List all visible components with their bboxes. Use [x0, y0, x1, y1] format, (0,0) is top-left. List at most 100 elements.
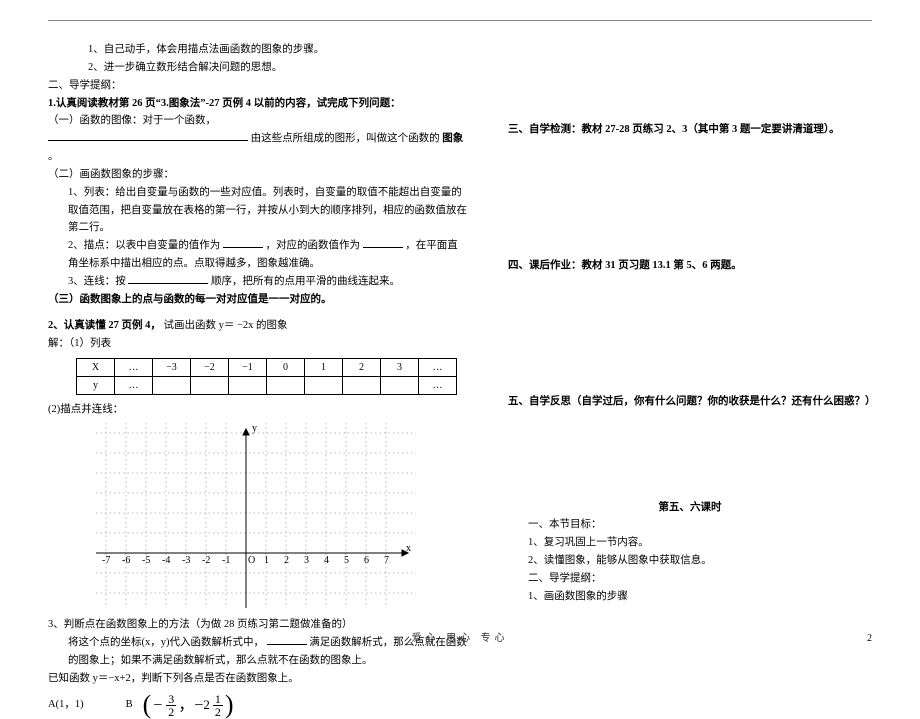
step-list-2: 2、描点：以表中自变量的值作为 ，对应的函数值作为 ，在平面直角坐标系中描出相应… [48, 237, 468, 273]
blank-2b [363, 238, 403, 248]
tick: -3 [182, 555, 190, 566]
ex3-line3: 已知函数 y＝−x+2，判断下列各点是否在函数图象上。 [48, 670, 468, 688]
x-axis-label: x [406, 543, 411, 554]
s2-3a: 3、连线：按 [68, 276, 126, 287]
blank-2a [223, 238, 263, 248]
lesson-title-56: 第五、六课时 [508, 499, 872, 517]
table-row: y … … [77, 377, 457, 395]
two-column-layout: 1、自己动手，体会用描点法画函数的图象的步骤。 2、进一步确立数形结合解决问题的… [48, 41, 872, 719]
fraction-1: 3 2 [166, 693, 176, 718]
step-list-3: 3、连线：按 顺序，把所有的点用平滑的曲线连起来。 [48, 273, 468, 291]
ex2-head-a: 2、认真读懂 27 页例 4， [48, 320, 161, 331]
tick: 2 [284, 555, 289, 566]
s2-2a: 2、描点：以表中自变量的值作为 [68, 240, 220, 251]
mixed-number: 2 1 2 [203, 693, 225, 718]
tick: -1 [222, 555, 230, 566]
cell: 1 [305, 359, 343, 377]
ex2-step1: 解：（1）列表 [48, 335, 468, 353]
sub3-text: （三）函数图象上的点与函数的每一对对应值是一一对应的。 [48, 291, 468, 309]
spacer [508, 157, 872, 257]
right-column: 三、自学检测：教材 27-28 页练习 2、3（其中第 3 题一定要讲清道理）。… [508, 41, 872, 719]
tick: 4 [324, 555, 329, 566]
cell-empty [305, 377, 343, 395]
sub2-heading: （二）画函数图象的步骤： [48, 166, 468, 184]
option-b-wrap: B ( − 3 2 ，− 2 1 2 [126, 692, 234, 719]
mixed-whole: 2 [203, 694, 210, 716]
value-table: X … −3 −2 −1 0 1 2 3 … y … [76, 358, 457, 395]
spacer [48, 309, 468, 317]
ex2-step2: (2)描点并连线： [48, 401, 468, 419]
cell: 0 [267, 359, 305, 377]
cell: −2 [191, 359, 229, 377]
cell: −3 [153, 359, 191, 377]
cell: −1 [229, 359, 267, 377]
page-number: 2 [867, 633, 872, 644]
ex2-head-b: 试画出函数 y＝ −2x 的图象 [164, 320, 288, 331]
cell-empty [153, 377, 191, 395]
cell-dots: … [115, 359, 153, 377]
ex2-heading: 2、认真读懂 27 页例 4， 试画出函数 y＝ −2x 的图象 [48, 317, 468, 335]
option-row: A(1，1) B ( − 3 2 ，− 2 1 2 [48, 692, 468, 719]
page-footer: 爱心 用心 专心 [0, 629, 920, 644]
tick: 3 [304, 555, 309, 566]
section-4: 四、课后作业：教材 31 页习题 13.1 第 5、6 两题。 [508, 257, 872, 275]
def-text-a: （一）函数的图像：对于一个函数， [48, 115, 216, 126]
cell-dots: … [419, 359, 457, 377]
paren-close: ) [225, 694, 234, 716]
frac-den: 2 [166, 706, 176, 718]
table-row: X … −3 −2 −1 0 1 2 3 … [77, 359, 457, 377]
intro-item-2: 2、进一步确立数形结合解决问题的思想。 [48, 59, 468, 77]
cell-dots: … [115, 377, 153, 395]
task1-heading: 1.认真阅读教材第 26 页“3.图象法”-27 页例 4 以前的内容，试完成下… [48, 95, 468, 113]
r-h1-2: 2、读懂图象，能够从图象中获取信息。 [508, 552, 872, 570]
cell: 3 [381, 359, 419, 377]
cell-dots: … [419, 377, 457, 395]
fraction-2: 1 2 [213, 693, 223, 718]
cell-empty [343, 377, 381, 395]
def-line-1: （一）函数的图像：对于一个函数， [48, 112, 468, 130]
coordinate-grid: y x -7 -6 -5 -4 -3 -2 -1 O 1 2 3 4 5 6 7 [96, 423, 416, 608]
left-column: 1、自己动手，体会用描点法画函数的图象的步骤。 2、进一步确立数形结合解决问题的… [48, 41, 468, 719]
cell-x-label: X [77, 359, 115, 377]
s2-2b: ，对应的函数值作为 [266, 240, 361, 251]
intro-item-1: 1、自己动手，体会用描点法画函数的图象的步骤。 [48, 41, 468, 59]
section-3: 三、自学检测：教材 27-28 页练习 2、3（其中第 3 题一定要讲清道理）。 [508, 121, 872, 139]
def-text-b: 由这些点所组成的图形，叫做这个函数的 [251, 133, 440, 144]
section-2-heading: 二、导学提纲： [48, 77, 468, 95]
r-h2: 二、导学提纲： [508, 570, 872, 588]
r-h1: 一、本节目标： [508, 516, 872, 534]
option-b-label: B [126, 696, 133, 714]
s2-3b: 顺序，把所有的点用平滑的曲线连起来。 [211, 276, 400, 287]
cell-empty [229, 377, 267, 395]
frac-num: 1 [213, 693, 223, 706]
tick: 5 [344, 555, 349, 566]
tick: -7 [102, 555, 110, 566]
tick: 7 [384, 555, 389, 566]
tick: 6 [364, 555, 369, 566]
tick: 1 [264, 555, 269, 566]
top-rule [48, 20, 872, 21]
tick: -2 [202, 555, 210, 566]
grid-svg [96, 423, 416, 608]
cell-empty [381, 377, 419, 395]
comma: ，− [178, 692, 203, 719]
frac-num: 3 [166, 693, 176, 706]
cell-empty [267, 377, 305, 395]
option-b-fraction: ( − 3 2 ，− 2 1 2 ) [143, 692, 234, 719]
step-list-1: 1、列表：给出自变量与函数的一些对应值。列表时，自变量的取值不能超出自变量的取值… [48, 184, 468, 238]
cell-empty [191, 377, 229, 395]
frac-den: 2 [213, 706, 223, 718]
blank-3a [128, 274, 208, 284]
tick: -6 [122, 555, 130, 566]
blank-long [48, 131, 248, 141]
minus-sign: − [153, 692, 162, 719]
cell: 2 [343, 359, 381, 377]
tick: -4 [162, 555, 170, 566]
y-axis-label: y [252, 423, 257, 434]
origin-label: O [248, 555, 255, 566]
r-h1-1: 1、复习巩固上一节内容。 [508, 534, 872, 552]
tick: -5 [142, 555, 150, 566]
def-text-c: 图象 [442, 133, 463, 144]
spacer [508, 293, 872, 393]
def-text-d: 。 [48, 151, 59, 162]
